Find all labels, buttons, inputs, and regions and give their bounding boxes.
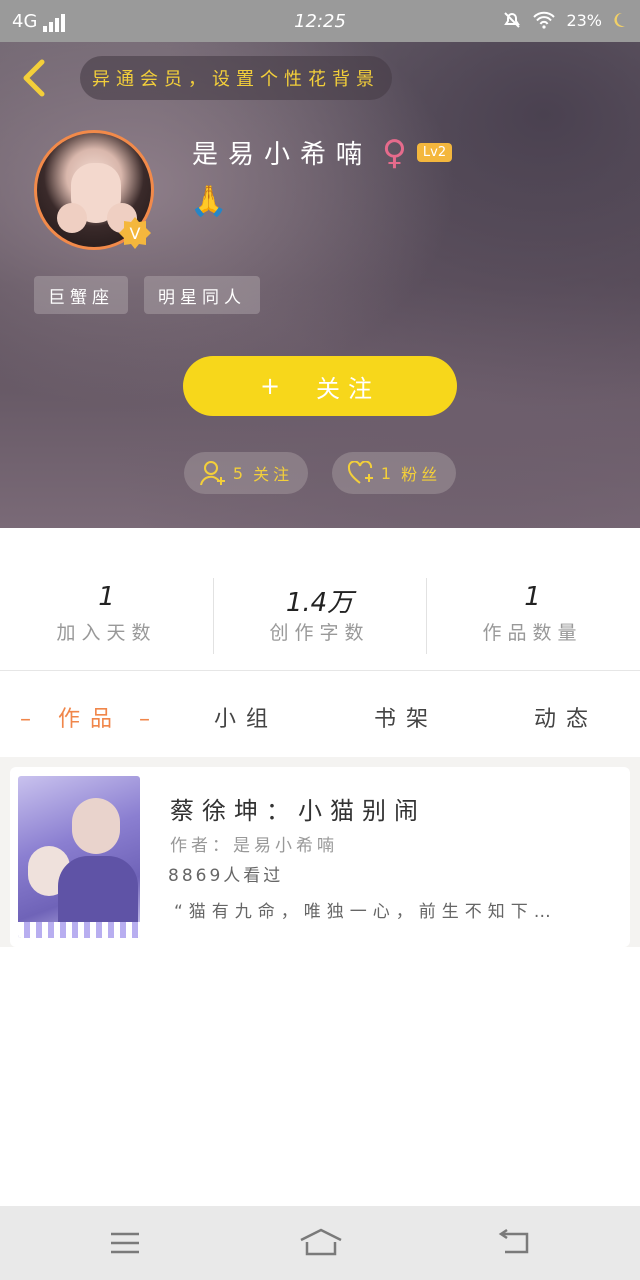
following-count: 5 bbox=[232, 463, 248, 483]
work-card[interactable]: 蔡徐坤：小猫别闹 作者：是易小希喃 8869人看过 “猫有九命，唯独一心，前生不… bbox=[10, 767, 630, 947]
tab-works[interactable]: – 作品 – bbox=[20, 701, 160, 733]
verified-badge-icon: V bbox=[119, 217, 151, 249]
signature: 🙏 bbox=[190, 184, 228, 219]
menu-icon[interactable] bbox=[105, 1226, 145, 1260]
empty-area bbox=[0, 947, 640, 1207]
tab-groups[interactable]: 小组 bbox=[214, 701, 278, 733]
stat-works-label: 作品数量 bbox=[482, 622, 583, 644]
heart-plus-icon bbox=[347, 461, 373, 484]
tab-activity[interactable]: 动态 bbox=[534, 701, 598, 733]
status-bar: 4G 12:25 23% bbox=[0, 0, 640, 42]
moon-icon bbox=[614, 12, 625, 27]
stat-days: 1 加入天数 bbox=[0, 582, 213, 645]
system-nav-bar bbox=[0, 1206, 640, 1280]
home-icon[interactable] bbox=[298, 1226, 344, 1260]
fans-button[interactable]: 1 粉丝 bbox=[332, 452, 456, 494]
wifi-icon bbox=[533, 11, 556, 29]
book-cover bbox=[18, 776, 140, 938]
tab-bookshelf[interactable]: 书架 bbox=[374, 701, 438, 733]
back-nav-icon[interactable] bbox=[495, 1226, 535, 1260]
profile-tabs: – 作品 – 小组 书架 动态 bbox=[0, 671, 640, 757]
work-views: 8869人看过 bbox=[168, 866, 284, 886]
fans-label: 粉丝 bbox=[401, 465, 442, 484]
stat-words-label: 创作字数 bbox=[269, 622, 370, 644]
fans-count: 1 bbox=[380, 463, 396, 483]
work-title: 蔡徐坤：小猫别闹 bbox=[170, 797, 426, 825]
battery-level: 23% bbox=[566, 10, 602, 30]
tag-zodiac[interactable]: 巨蟹座 bbox=[34, 276, 128, 314]
following-label: 关注 bbox=[253, 465, 294, 484]
level-badge: Lv2 bbox=[416, 143, 453, 162]
stat-words: 1.4万 创作字数 bbox=[213, 582, 426, 645]
tab-works-label: 作品 bbox=[58, 707, 123, 732]
stat-days-label: 加入天数 bbox=[56, 622, 157, 644]
username: 是易小希喃 bbox=[192, 140, 373, 170]
work-excerpt: “猫有九命，唯独一心，前生不知下… bbox=[174, 902, 557, 922]
works-list: 蔡徐坤：小猫别闹 作者：是易小希喃 8869人看过 “猫有九命，唯独一心，前生不… bbox=[0, 757, 640, 1207]
follow-label: 关注 bbox=[316, 374, 381, 403]
stats-panel: 1 加入天数 1.4万 创作字数 1 作品数量 bbox=[0, 528, 640, 671]
svg-text:V: V bbox=[130, 224, 141, 243]
profile-header: 异通会员，设置个性花背景 V 是易小希喃 ♀ Lv2 🙏 巨蟹座 明星同人 + … bbox=[0, 42, 640, 528]
stat-days-value: 1 bbox=[98, 582, 115, 612]
tag-category[interactable]: 明星同人 bbox=[144, 276, 260, 314]
stat-works: 1 作品数量 bbox=[426, 582, 639, 645]
follow-button[interactable]: + 关注 bbox=[183, 356, 457, 416]
status-icons: 23% bbox=[502, 10, 626, 30]
back-button[interactable] bbox=[18, 58, 52, 98]
stat-words-value: 1.4万 bbox=[285, 588, 354, 618]
plus-icon: + bbox=[259, 372, 289, 400]
profile-tags: 巨蟹座 明星同人 bbox=[34, 276, 260, 314]
following-button[interactable]: 5 关注 bbox=[184, 452, 308, 494]
username-row: 是易小希喃 ♀ Lv2 bbox=[192, 132, 453, 173]
vip-background-tip[interactable]: 异通会员，设置个性花背景 bbox=[80, 56, 392, 100]
user-add-icon bbox=[199, 461, 225, 486]
work-author: 作者：是易小希喃 bbox=[170, 836, 338, 856]
mute-bell-icon bbox=[504, 12, 521, 28]
stat-works-value: 1 bbox=[524, 582, 541, 612]
female-icon: ♀ bbox=[382, 132, 407, 173]
